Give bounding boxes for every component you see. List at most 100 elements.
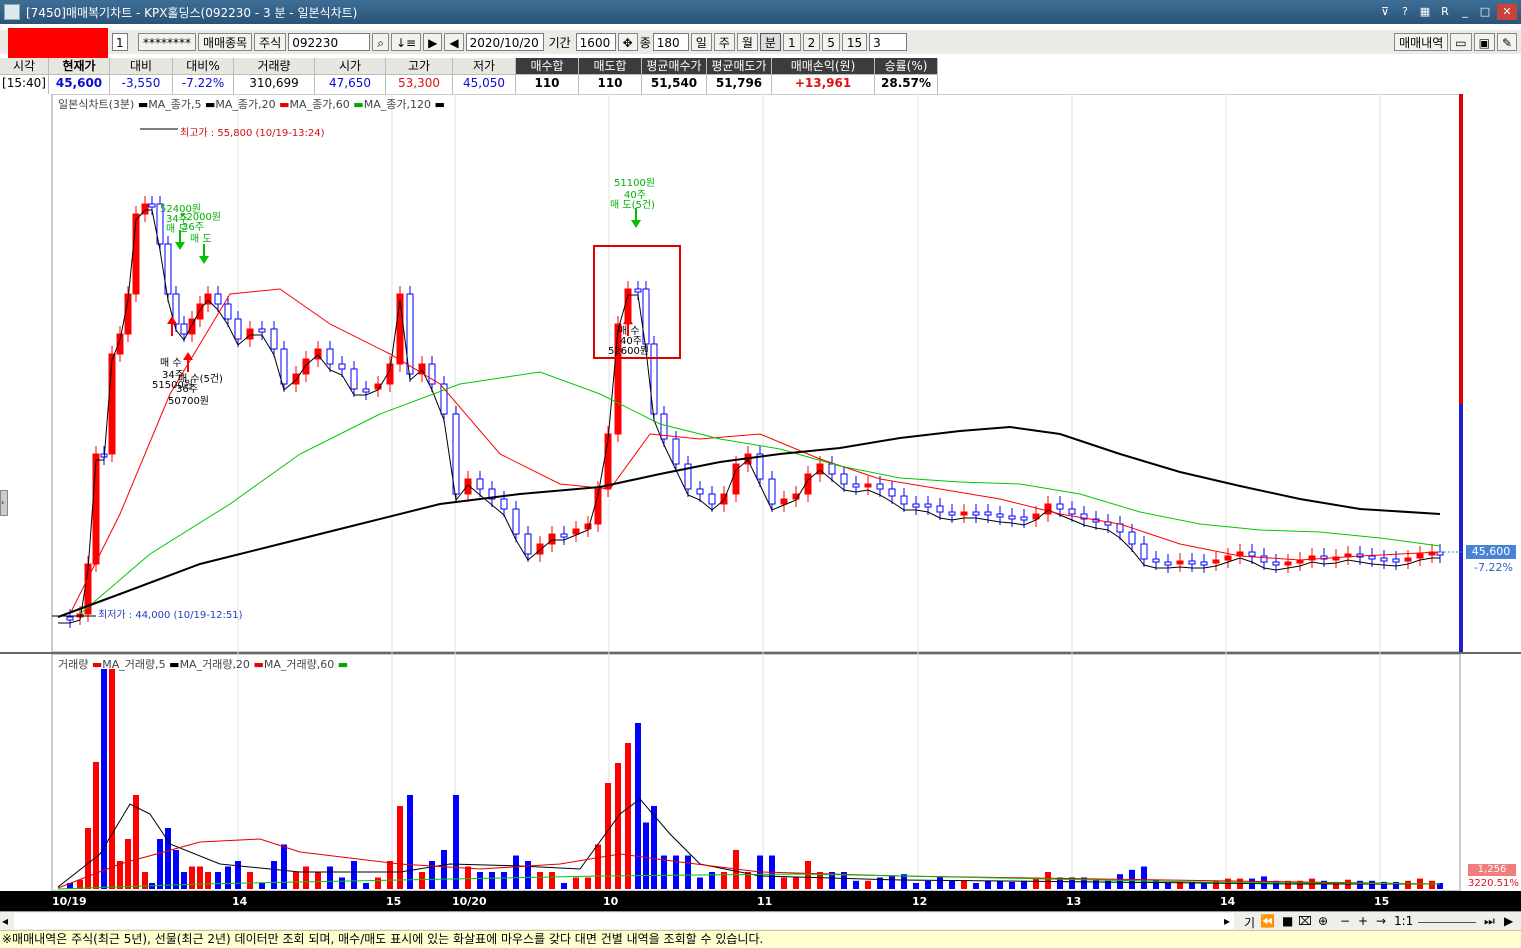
legend-ma120: MA_종가,120: [363, 98, 431, 111]
interval-1-button[interactable]: 1: [782, 33, 801, 51]
volume-bar: [327, 866, 333, 889]
rewind-icon[interactable]: ⏪: [1260, 914, 1275, 928]
candle: [708, 493, 716, 505]
day-button[interactable]: 일: [690, 33, 712, 51]
candle: [1140, 543, 1148, 560]
volume-bar: [1117, 874, 1123, 889]
market-button[interactable]: 주식: [254, 33, 287, 51]
candle: [326, 348, 334, 365]
candle: [148, 203, 156, 208]
r-button[interactable]: R: [1437, 4, 1453, 20]
quote-column: 대비% -7.22%: [173, 58, 234, 94]
trade-history-button[interactable]: 매매내역: [1394, 33, 1449, 51]
x-label: 14: [232, 895, 248, 908]
control-gi[interactable]: 기: [1244, 914, 1255, 931]
quote-value: +13,961: [794, 76, 852, 90]
maximize-button[interactable]: □: [1477, 4, 1493, 20]
volume-bar: [387, 861, 393, 889]
interval-15-button[interactable]: 15: [841, 33, 868, 51]
volume-bar: [225, 866, 231, 889]
candle: [840, 473, 848, 485]
sort-icon[interactable]: ↓≡: [391, 33, 422, 51]
volume-legend-title: 거래량: [58, 658, 89, 671]
count-input[interactable]: 180: [652, 33, 689, 51]
zoom-slider[interactable]: [1418, 914, 1476, 923]
pin-icon[interactable]: ⊽: [1377, 4, 1393, 20]
period-input[interactable]: 1600: [575, 33, 616, 51]
account-suffix[interactable]: 1: [112, 33, 128, 51]
minus-icon[interactable]: −: [1340, 914, 1350, 928]
volume-bar: [429, 861, 435, 889]
play-icon[interactable]: ▶: [423, 33, 443, 51]
crosshair-icon[interactable]: ✥: [617, 33, 638, 51]
save-icon[interactable]: ▣: [1473, 33, 1495, 51]
clear-icon[interactable]: ⌧: [1298, 914, 1312, 928]
interval-5-button[interactable]: 5: [822, 33, 840, 51]
candle: [1056, 503, 1064, 510]
volume-bar: [247, 872, 253, 889]
code-input[interactable]: 092230: [288, 33, 371, 51]
buy2-price: 50700원: [168, 395, 209, 407]
next-icon[interactable]: ▶: [1504, 914, 1513, 928]
candle: [1368, 555, 1376, 560]
candle: [1020, 516, 1028, 521]
interval-select[interactable]: 3: [869, 33, 908, 51]
sell2-label: 매 도: [190, 233, 212, 245]
volume-bar: [997, 880, 1003, 889]
week-button[interactable]: 주: [713, 33, 735, 51]
minute-button[interactable]: 분: [759, 33, 781, 51]
month-button[interactable]: 월: [736, 33, 758, 51]
back-icon[interactable]: ◀: [444, 33, 464, 51]
scroll-right-icon[interactable]: ▸: [1224, 914, 1230, 928]
quote-value: 47,650: [329, 76, 371, 90]
settings-icon[interactable]: ▦: [1417, 4, 1433, 20]
candle: [180, 323, 188, 335]
x-label: 13: [1066, 895, 1082, 908]
stop-icon[interactable]: ■: [1282, 914, 1293, 928]
search-icon[interactable]: ⌕: [372, 33, 389, 51]
axis-bar-up: [1459, 94, 1463, 404]
chart-canvas[interactable]: 최고가 : 55,800 (10/19-13:24) 최저가 : 44,000 (…: [0, 94, 1521, 891]
arrow-icon[interactable]: →: [1376, 914, 1386, 928]
folder-icon[interactable]: ▭: [1450, 33, 1472, 51]
volume-bar: [1369, 880, 1375, 889]
price-legend-title: 일본식차트(3분): [58, 98, 135, 111]
scroll-track[interactable]: [14, 913, 1234, 929]
candle: [224, 303, 232, 320]
plus-icon[interactable]: +: [1358, 914, 1368, 928]
candle: [338, 363, 346, 370]
quote-header: 승률(%): [875, 58, 937, 75]
high-annotation: 최고가 : 55,800 (10/19-13:24): [180, 127, 325, 139]
quote-header: 대비: [110, 58, 172, 75]
low-annotation: 최저가 : 44,000 (10/19-12:51): [98, 609, 243, 621]
close-button[interactable]: ✕: [1497, 4, 1517, 20]
trade-items-button[interactable]: 매매종목: [198, 33, 253, 51]
volume-bar: [197, 866, 203, 889]
minimize-button[interactable]: _: [1457, 4, 1473, 20]
date-input[interactable]: 2020/10/20: [465, 33, 544, 51]
x-label: 10/20: [452, 895, 487, 908]
password-field[interactable]: ********: [138, 33, 196, 51]
volume-bar: [805, 861, 811, 889]
interval-2-button[interactable]: 2: [802, 33, 821, 51]
quote-value: 45,050: [463, 76, 505, 90]
wrench-icon[interactable]: ✎: [1496, 33, 1517, 51]
x-label: 15: [1374, 895, 1390, 908]
volume-bar: [133, 795, 139, 889]
quote-header: 대비%: [173, 58, 233, 75]
candle: [888, 488, 896, 497]
candle: [996, 513, 1004, 518]
buy1-label: 매 수: [160, 357, 182, 369]
skip-end-icon[interactable]: ⏭: [1484, 914, 1495, 929]
x-label: 12: [912, 895, 928, 908]
volume-bar: [351, 861, 357, 889]
period-label: 기간: [548, 35, 571, 50]
candle: [1212, 559, 1220, 564]
quote-header: 평균매도가: [707, 58, 771, 75]
zoom-icon[interactable]: ⊕: [1318, 914, 1328, 928]
candle: [984, 511, 992, 516]
help-button[interactable]: ?: [1397, 4, 1413, 20]
scroll-left-icon[interactable]: ◂: [2, 914, 8, 928]
window-title: [7450]매매복기차트 - KPX홀딩스(092230 - 3 분 - 일본식…: [26, 5, 358, 20]
quote-header: 평균매수가: [642, 58, 706, 75]
